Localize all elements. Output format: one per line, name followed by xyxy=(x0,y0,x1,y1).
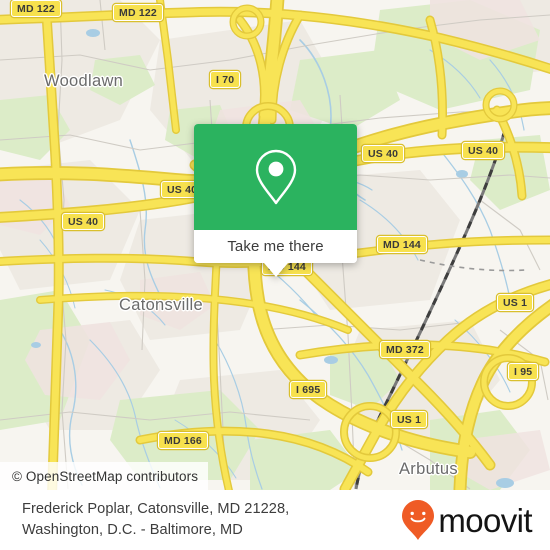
shield-md-122-north[interactable]: MD 122 xyxy=(113,4,163,21)
address-line-1: Frederick Poplar, Catonsville, MD 21228, xyxy=(22,501,290,517)
shield-us-40-east[interactable]: US 40 xyxy=(362,145,405,162)
take-me-there-label: Take me there xyxy=(227,238,324,255)
osm-attribution[interactable]: © OpenStreetMap contributors xyxy=(0,462,209,490)
shield-md-166[interactable]: MD 166 xyxy=(158,432,208,449)
shield-us-1-south[interactable]: US 1 xyxy=(391,411,428,428)
address-line-2: Washington, D.C. - Baltimore, MD xyxy=(22,522,243,538)
map-pin-icon xyxy=(255,149,296,205)
shield-md-122-west[interactable]: MD 122 xyxy=(11,0,61,17)
moovit-map-screenshot: Woodlawn Catonsville Arbutus MD 122 MD 1… xyxy=(0,0,550,550)
moovit-wordmark: moovit xyxy=(438,501,532,539)
moovit-pin-icon xyxy=(402,500,435,540)
moovit-logo[interactable]: moovit xyxy=(401,499,533,541)
shield-i-70[interactable]: I 70 xyxy=(210,71,241,88)
callout-tail xyxy=(263,263,288,277)
address-block: Frederick Poplar, Catonsville, MD 21228,… xyxy=(22,499,289,541)
shield-us-40-west[interactable]: US 40 xyxy=(62,213,105,230)
callout-image-area xyxy=(194,124,357,230)
shield-us-1-east[interactable]: US 1 xyxy=(497,294,534,311)
map-canvas[interactable]: Woodlawn Catonsville Arbutus MD 122 MD 1… xyxy=(0,0,550,490)
take-me-there-button[interactable]: Take me there xyxy=(194,230,357,263)
footer-bar: Frederick Poplar, Catonsville, MD 21228,… xyxy=(0,490,550,550)
destination-callout[interactable]: Take me there xyxy=(194,124,357,277)
shield-i-95[interactable]: I 95 xyxy=(508,363,539,380)
shield-md-372[interactable]: MD 372 xyxy=(380,341,430,358)
callout-body: Take me there xyxy=(194,124,357,263)
shield-us-40-far[interactable]: US 40 xyxy=(462,142,505,159)
osm-attribution-text: © OpenStreetMap contributors xyxy=(12,468,199,484)
shield-i-695[interactable]: I 695 xyxy=(290,381,327,398)
shield-md-144-east[interactable]: MD 144 xyxy=(377,236,427,253)
